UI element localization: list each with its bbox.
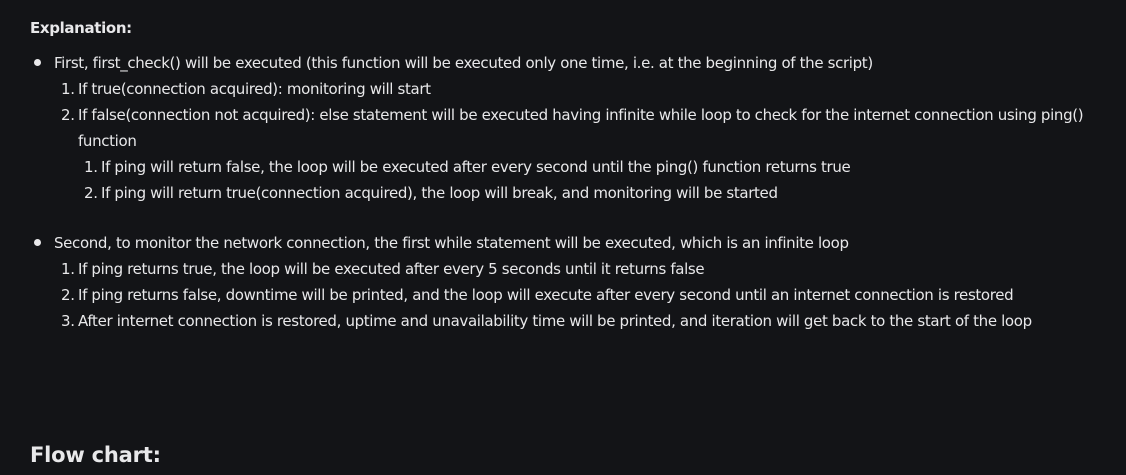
list-item-text: If ping will return true(connection acqu… (101, 184, 778, 202)
bullet-second: Second, to monitor the network connectio… (30, 230, 1096, 334)
list-number: 3. (61, 312, 75, 330)
list-number: 2. (61, 286, 75, 304)
bullet-dot-icon (34, 59, 41, 66)
list-item-text: If true(connection acquired): monitoring… (78, 80, 431, 98)
list-item: 1. If ping will return false, the loop w… (84, 154, 1096, 180)
explanation-list: First, first_check() will be executed (t… (30, 50, 1096, 334)
list-item-text: After internet connection is restored, u… (78, 312, 1032, 330)
list-item-text: If ping returns false, downtime will be … (78, 286, 1014, 304)
bullet-text: First, first_check() will be executed (t… (54, 54, 873, 72)
list-number: 2. (84, 184, 98, 202)
list-item: 1. If true(connection acquired): monitor… (54, 76, 1096, 102)
list-item-text: If false(connection not acquired): else … (78, 106, 1084, 150)
list-item: 1. If ping returns true, the loop will b… (54, 256, 1096, 282)
list-item: 2. If ping returns false, downtime will … (54, 282, 1096, 308)
sub-list: 1. If ping returns true, the loop will b… (54, 256, 1096, 334)
list-item: 2. If false(connection not acquired): el… (54, 102, 1096, 206)
bullet-text: Second, to monitor the network connectio… (54, 234, 849, 252)
bullet-dot-icon (34, 239, 41, 246)
list-number: 1. (61, 80, 75, 98)
flow-chart-heading: Flow chart: (30, 443, 161, 467)
list-number: 1. (84, 158, 98, 176)
article-content: Explanation: First, first_check() will b… (0, 0, 1126, 334)
list-item: 2. If ping will return true(connection a… (84, 180, 1096, 206)
list-item-text: If ping will return false, the loop will… (101, 158, 851, 176)
list-number: 1. (61, 260, 75, 278)
sub-list: 1. If true(connection acquired): monitor… (54, 76, 1096, 206)
bullet-first: First, first_check() will be executed (t… (30, 50, 1096, 206)
list-item: 3. After internet connection is restored… (54, 308, 1096, 334)
nested-list: 1. If ping will return false, the loop w… (78, 154, 1096, 206)
list-number: 2. (61, 106, 75, 124)
list-item-text: If ping returns true, the loop will be e… (78, 260, 705, 278)
explanation-heading: Explanation: (30, 19, 132, 37)
